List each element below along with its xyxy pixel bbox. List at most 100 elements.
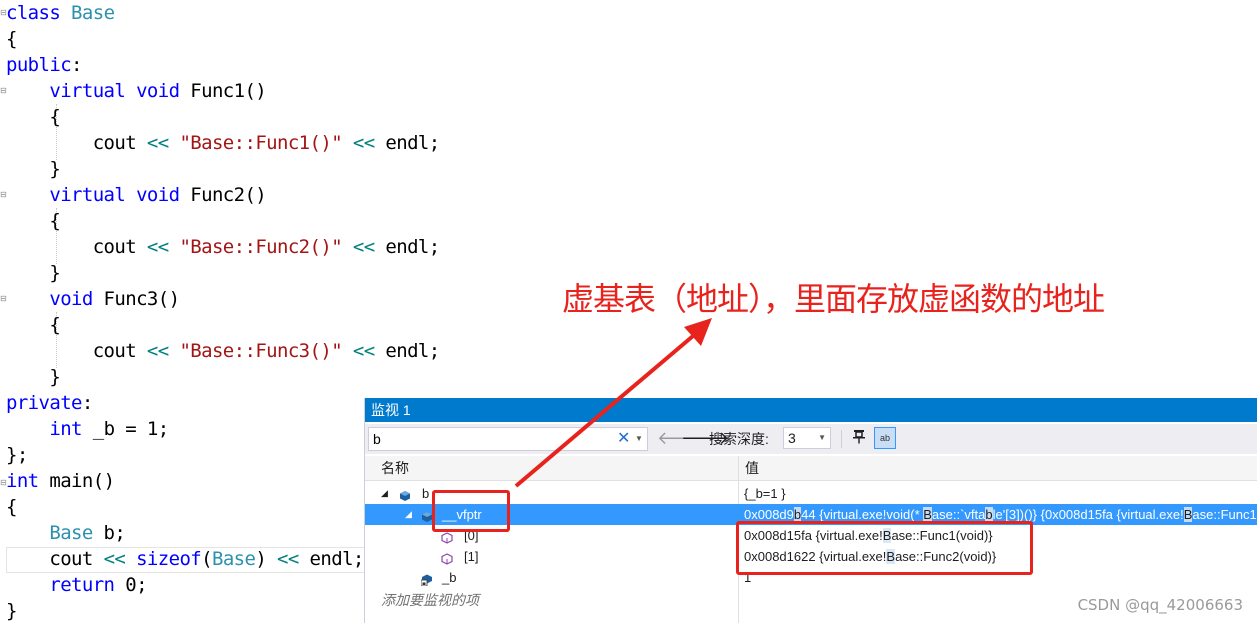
pin-glyph [853, 430, 865, 444]
code-token: public [6, 54, 72, 76]
code-line[interactable]: cout << sizeof(Base) << endl; [6, 546, 364, 572]
code-token: << [352, 236, 375, 258]
code-line[interactable]: { [6, 494, 17, 520]
code-token: Base [49, 522, 93, 544]
code-token: endl; [374, 340, 440, 362]
method-icon [441, 550, 453, 565]
code-token: : [71, 54, 82, 76]
code-token: Func3() [92, 288, 180, 310]
code-line[interactable]: virtual void Func1() [6, 78, 266, 104]
watch-row-name: _b [442, 570, 457, 585]
code-line[interactable]: { [6, 104, 60, 130]
column-header-value[interactable]: 值 [745, 456, 759, 480]
column-header-name[interactable]: 名称 [381, 456, 409, 480]
code-token: : [81, 392, 93, 414]
expand-arrow-icon[interactable]: ◢ [381, 483, 388, 504]
code-token: endl; [374, 132, 440, 154]
expand-arrow-icon[interactable]: ◢ [405, 504, 412, 525]
code-line[interactable]: { [6, 26, 17, 52]
code-line[interactable]: } [6, 598, 17, 624]
column-headers: 名称 值 [365, 456, 1257, 481]
code-line[interactable]: public: [6, 52, 82, 78]
code-token: cout [6, 236, 147, 258]
code-line[interactable]: return 0; [6, 572, 147, 598]
code-token: { [6, 314, 61, 336]
code-token: << [146, 340, 169, 362]
code-token: endl; [298, 548, 365, 570]
code-line[interactable]: Base b; [6, 520, 125, 546]
code-token: } [6, 262, 61, 284]
code-line[interactable]: }; [6, 442, 28, 468]
code-line[interactable]: private: [6, 390, 93, 416]
code-token: cout [6, 548, 104, 570]
code-token: "Base::Func1()" [179, 132, 343, 154]
code-line[interactable]: } [6, 156, 60, 182]
annotation-text: 虚基表（地址），里面存放虚函数的地址 [562, 280, 1105, 318]
private-field-icon [420, 571, 433, 587]
search-dropdown-icon[interactable]: ▼ [635, 428, 643, 449]
chevron-down-icon: ▼ [818, 433, 826, 442]
search-box: ✕ ▼ [368, 427, 648, 451]
object-icon [399, 487, 411, 501]
code-token: cout [6, 132, 147, 154]
watch-toolbar: ✕ ▼ 🡐 🡒 搜索深度: 3 ▼ ab [365, 424, 1257, 454]
code-token: Func1() [179, 80, 267, 102]
code-token: b; [92, 522, 126, 544]
code-token: return [49, 574, 115, 596]
watch-title[interactable]: 监视 1 [365, 398, 1257, 422]
search-depth-label: 搜索深度: [709, 431, 769, 447]
code-line[interactable]: int _b = 1; [6, 416, 169, 442]
watch-row-name: [1] [464, 549, 479, 564]
code-token: Base [211, 548, 256, 570]
code-token: { [6, 106, 61, 128]
code-token: { [6, 28, 17, 50]
clear-search-icon[interactable]: ✕ [617, 428, 630, 449]
code-line[interactable]: { [6, 208, 60, 234]
code-line[interactable]: virtual void Func2() [6, 182, 266, 208]
code-line[interactable]: { [6, 312, 60, 338]
search-depth-value: 3 [788, 430, 796, 446]
code-line[interactable]: class Base [6, 0, 115, 26]
search-input[interactable] [373, 430, 603, 447]
value-text: le'[3])()} {0x008d15fa {virtual.exe! [992, 507, 1184, 522]
code-token: private [6, 392, 82, 414]
code-token: << [352, 132, 375, 154]
code-line[interactable]: cout << "Base::Func3()" << endl; [6, 338, 441, 364]
search-match: B [923, 507, 932, 522]
code-line[interactable]: cout << "Base::Func2()" << endl; [6, 234, 441, 260]
code-line[interactable]: } [6, 260, 60, 286]
code-token: ( [201, 548, 212, 570]
code-token: << [146, 236, 169, 258]
pin-icon[interactable] [849, 428, 869, 448]
code-token: _b = 1; [81, 418, 169, 440]
code-line[interactable]: void Func3() [6, 286, 180, 312]
add-watch-hint[interactable]: 添加要监视的项 [381, 590, 479, 610]
code-token: void [49, 288, 93, 310]
tab-view-icon[interactable]: ab [874, 427, 896, 449]
toolbar-divider [841, 430, 842, 448]
value-text: ase::Func1(void)}... [1192, 507, 1257, 522]
code-token: int [6, 470, 39, 492]
code-token: sizeof [136, 548, 202, 570]
code-token: << [103, 548, 126, 570]
code-line[interactable]: } [6, 364, 60, 390]
code-line[interactable]: cout << "Base::Func1()" << endl; [6, 130, 441, 156]
value-text: 44 {virtual.exe!void(* [801, 507, 924, 522]
annotation-box-vfptr [432, 490, 510, 532]
code-token: endl; [374, 236, 440, 258]
search-depth-select[interactable]: 3 ▼ [783, 427, 831, 449]
code-line[interactable]: int main() [6, 468, 115, 494]
code-token: int [49, 418, 82, 440]
code-token: void [136, 80, 180, 102]
code-token: "Base::Func2()" [179, 236, 343, 258]
